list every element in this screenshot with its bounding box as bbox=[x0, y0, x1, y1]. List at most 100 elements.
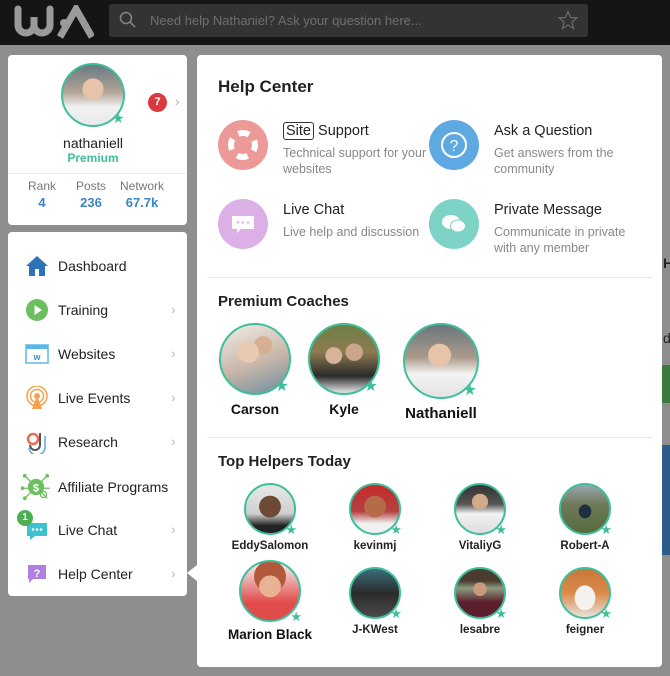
sidebar-item-label: Affiliate Programs bbox=[58, 479, 169, 495]
star-icon: ★ bbox=[390, 522, 402, 537]
membership-level: Premium bbox=[67, 151, 119, 165]
helper-avatar: ★ bbox=[454, 567, 507, 620]
svg-text:?: ? bbox=[450, 138, 459, 155]
sidebar-item-live-chat[interactable]: 1 Live Chat › bbox=[8, 510, 187, 550]
coach-name: Carson bbox=[230, 401, 280, 417]
lifebuoy-icon bbox=[228, 130, 258, 160]
chevron-right-icon: › bbox=[171, 389, 176, 405]
panel-pointer bbox=[187, 565, 197, 581]
top-bar: Need help Nathaniel? Ask your question h… bbox=[0, 0, 670, 45]
sidebar-item-label: Help Center bbox=[58, 566, 133, 582]
stat-network[interactable]: Network 67.7k bbox=[117, 179, 167, 210]
chevron-right-icon: › bbox=[171, 565, 176, 581]
premium-star-icon: ★ bbox=[112, 110, 125, 126]
stat-label: Posts bbox=[75, 179, 106, 193]
option-ask-question[interactable]: ? Ask a Question Get answers from the co… bbox=[429, 120, 639, 190]
option-description: Communicate in private with any member bbox=[494, 225, 626, 255]
broadcast-icon bbox=[26, 386, 48, 409]
helper-name: VitaliyG bbox=[458, 540, 502, 552]
option-title: Site Support bbox=[283, 122, 369, 140]
coach-card[interactable]: ★ Carson bbox=[215, 323, 295, 417]
sidebar-item-research[interactable]: Research › bbox=[8, 422, 187, 462]
question-icon: ? bbox=[441, 132, 467, 158]
stat-posts[interactable]: Posts 236 bbox=[70, 179, 112, 210]
sidebar-item-help-center[interactable]: ? Help Center › bbox=[8, 554, 187, 594]
affiliate-icon: $ bbox=[21, 473, 50, 501]
star-icon[interactable] bbox=[558, 10, 578, 30]
option-description: Technical support for your websites bbox=[283, 146, 427, 176]
helper-card[interactable]: ★ feigner bbox=[537, 567, 633, 636]
stat-value: 236 bbox=[80, 195, 102, 210]
divider bbox=[8, 173, 187, 174]
chevron-right-icon: › bbox=[171, 521, 176, 537]
star-icon: ★ bbox=[390, 606, 402, 621]
option-live-chat[interactable]: Live Chat Live help and discussion bbox=[218, 199, 428, 269]
helper-avatar: ★ bbox=[349, 483, 402, 537]
divider bbox=[207, 277, 652, 278]
helper-avatar: ★ bbox=[349, 567, 402, 621]
chevron-right-icon: › bbox=[171, 433, 176, 449]
stat-label: Network bbox=[119, 179, 164, 193]
sidebar-item-live-events[interactable]: Live Events › bbox=[8, 378, 187, 418]
option-private-message[interactable]: Private Message Communicate in private w… bbox=[429, 199, 639, 269]
option-icon-bg bbox=[218, 120, 268, 170]
option-title: Live Chat bbox=[283, 202, 345, 218]
helper-card[interactable]: ★ Marion Black bbox=[222, 560, 318, 642]
stat-value: 4 bbox=[38, 195, 46, 210]
search-input[interactable]: Need help Nathaniel? Ask your question h… bbox=[150, 13, 422, 28]
svg-text:$: $ bbox=[33, 482, 40, 494]
helper-card[interactable]: ★ EddySalomon bbox=[222, 483, 318, 552]
sidebar-item-label: Live Events bbox=[58, 390, 131, 406]
option-icon-bg bbox=[218, 199, 268, 249]
star-icon: ★ bbox=[462, 382, 477, 399]
profile-card: ★ 7 › nathaniell Premium Rank 4 Posts 23… bbox=[8, 55, 187, 225]
helper-avatar: ★ bbox=[454, 483, 507, 536]
stat-value: 67.7k bbox=[125, 195, 159, 210]
sidebar-item-label: Dashboard bbox=[58, 258, 127, 274]
coach-avatar: ★ bbox=[219, 323, 291, 395]
wa-logo[interactable] bbox=[14, 5, 94, 39]
coach-avatar: ★ bbox=[308, 323, 380, 395]
stat-rank[interactable]: Rank 4 bbox=[22, 179, 62, 210]
top-helpers-title: Top Helpers Today bbox=[218, 453, 351, 470]
star-icon: ★ bbox=[285, 522, 297, 537]
stat-label: Rank bbox=[27, 179, 56, 193]
helper-card[interactable]: ★ VitaliyG bbox=[432, 483, 528, 552]
helper-name: Marion Black bbox=[227, 627, 313, 642]
coach-avatar: ★ bbox=[403, 323, 479, 399]
helper-card[interactable]: ★ J-KWest bbox=[327, 567, 423, 636]
svg-text:?: ? bbox=[34, 568, 41, 580]
option-icon-bg bbox=[429, 199, 479, 249]
helper-card[interactable]: ★ lesabre bbox=[432, 567, 528, 636]
helper-name: J-KWest bbox=[352, 624, 398, 636]
background-content: H d bbox=[662, 225, 670, 675]
option-site-support[interactable]: Site Support Technical support for your … bbox=[218, 120, 428, 190]
coach-name: Nathaniell bbox=[405, 405, 477, 422]
sidebar-item-affiliate-programs[interactable]: $ Affiliate Programs bbox=[8, 467, 187, 507]
helper-avatar: ★ bbox=[559, 567, 612, 621]
notification-badge[interactable]: 7 bbox=[148, 93, 167, 112]
helper-card[interactable]: ★ Robert-A bbox=[537, 483, 633, 552]
helper-name: lesabre bbox=[459, 624, 501, 636]
helper-card[interactable]: ★ kevinmj bbox=[327, 483, 423, 552]
chevron-right-icon[interactable]: › bbox=[175, 93, 180, 109]
helper-name: feigner bbox=[565, 624, 605, 636]
star-icon: ★ bbox=[274, 378, 289, 395]
sidebar-item-label: Training bbox=[58, 302, 109, 318]
divider bbox=[207, 437, 652, 438]
username[interactable]: nathaniell bbox=[8, 135, 178, 151]
chevron-right-icon: › bbox=[171, 301, 176, 317]
option-description: Live help and discussion bbox=[283, 225, 420, 239]
sidebar-item-training[interactable]: Training › bbox=[8, 290, 187, 330]
sidebar-item-dashboard[interactable]: Dashboard bbox=[8, 246, 187, 286]
website-icon: w bbox=[25, 344, 49, 364]
sidebar-item-websites[interactable]: w Websites › bbox=[8, 334, 187, 374]
help-icon: ? bbox=[28, 565, 46, 583]
coach-card[interactable]: ★ Nathaniell bbox=[401, 323, 481, 422]
coach-card[interactable]: ★ Kyle bbox=[304, 323, 384, 417]
search-bar[interactable]: Need help Nathaniel? Ask your question h… bbox=[109, 4, 588, 37]
chat-bubble-icon bbox=[232, 216, 254, 233]
star-icon: ★ bbox=[600, 606, 612, 621]
help-center-panel: Help Center Site Support Technical suppo… bbox=[197, 55, 662, 667]
helper-avatar: ★ bbox=[239, 560, 302, 623]
